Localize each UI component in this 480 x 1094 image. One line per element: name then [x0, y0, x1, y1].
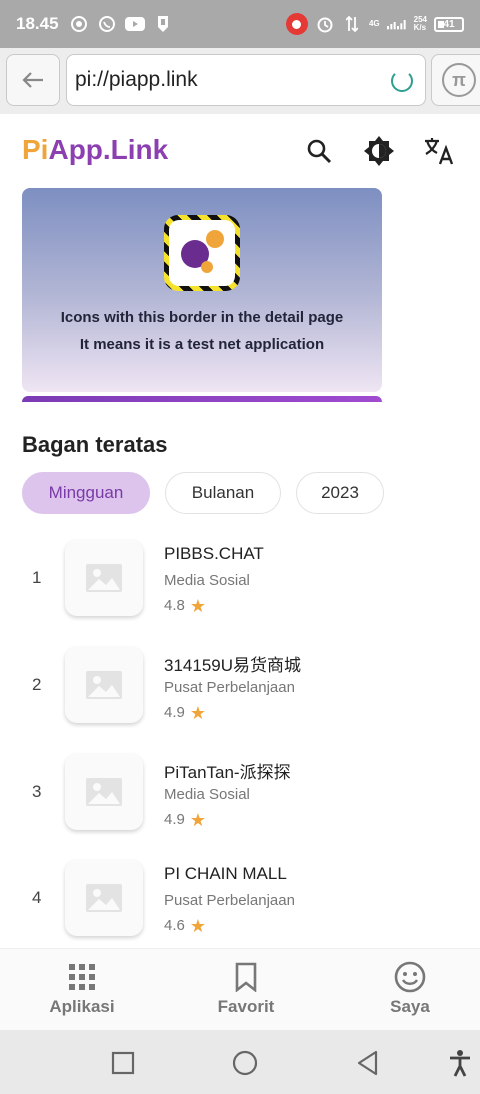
- nav-profile[interactable]: Saya: [350, 961, 470, 1017]
- star-icon: ★: [189, 809, 206, 830]
- nav-apps[interactable]: Aplikasi: [22, 961, 142, 1017]
- app-notification-icon: [153, 14, 173, 34]
- testnet-border-icon: [164, 215, 240, 291]
- list-item[interactable]: 1 PIBBS.CHAT Media Sosial 4.8 ★: [0, 530, 480, 630]
- app-name: 314159U易货商城: [164, 656, 302, 675]
- app-header: PiApp.Link: [0, 114, 480, 188]
- chip-2023[interactable]: 2023: [296, 472, 384, 514]
- arrow-left-icon: [22, 72, 43, 88]
- status-bar: 18.45 4G 254 K/s 41: [0, 0, 480, 48]
- list-item[interactable]: 2 314159U易货商城 Pusat Perbelanjaan 4.9 ★: [0, 637, 480, 737]
- app-rating: 4.9 ★: [164, 809, 206, 830]
- star-icon: ★: [189, 702, 206, 723]
- bottom-navigation: Aplikasi Favorit Saya: [0, 948, 480, 1030]
- list-item[interactable]: 3 PiTanTan-派探探 Media Sosial 4.9 ★: [0, 744, 480, 844]
- rank-number: 3: [32, 782, 42, 801]
- bookmark-icon: [230, 961, 262, 993]
- url-text: pi://piapp.link: [75, 68, 198, 91]
- net-speed: 254 K/s: [413, 15, 427, 32]
- system-navigation-bar: [0, 1030, 480, 1094]
- image-placeholder-icon: [65, 540, 143, 616]
- nav-profile-label: Saya: [390, 997, 430, 1016]
- data-transfer-icon: [342, 14, 362, 34]
- accessibility-icon[interactable]: [446, 1049, 474, 1077]
- nav-apps-label: Aplikasi: [49, 997, 115, 1016]
- youtube-icon: [124, 14, 145, 34]
- star-icon: ★: [189, 595, 206, 616]
- search-icon[interactable]: [302, 134, 336, 168]
- image-placeholder-icon: [65, 647, 143, 723]
- battery-indicator: 41: [434, 16, 464, 32]
- app-category: Media Sosial: [164, 786, 250, 803]
- app-rating: 4.9 ★: [164, 702, 206, 723]
- nav-favorites[interactable]: Favorit: [186, 961, 306, 1017]
- app-name: PI CHAIN MALL: [164, 864, 287, 883]
- section-title: Bagan teratas: [22, 432, 168, 457]
- image-placeholder-icon: [65, 754, 143, 830]
- grid-icon: [66, 961, 98, 993]
- rank-number: 4: [32, 888, 42, 907]
- pi-wallet-button[interactable]: π: [431, 54, 480, 106]
- loading-spinner-icon: [391, 70, 413, 92]
- back-triangle-icon[interactable]: [354, 1049, 382, 1077]
- browser-toolbar: pi://piapp.link π: [0, 48, 480, 114]
- app-rating: 4.6 ★: [164, 915, 206, 936]
- pi-coin-icon: π: [442, 63, 476, 97]
- app-name: PIBBS.CHAT: [164, 544, 264, 563]
- system-icons: 4G 254 K/s 41: [285, 13, 464, 35]
- url-input[interactable]: pi://piapp.link: [66, 54, 426, 106]
- recents-square-icon[interactable]: [109, 1049, 137, 1077]
- star-icon: ★: [189, 915, 206, 936]
- theme-brightness-icon[interactable]: [362, 134, 396, 168]
- banner-line-2: It means it is a test net application: [79, 336, 325, 353]
- alarm-icon: [315, 14, 335, 34]
- record-target-icon: [69, 14, 89, 34]
- chip-weekly[interactable]: Mingguan: [22, 472, 150, 514]
- app-logo[interactable]: PiApp.Link: [22, 134, 168, 166]
- translate-icon[interactable]: [422, 134, 456, 168]
- signal-icon: [386, 14, 407, 34]
- smiley-icon: [394, 961, 426, 993]
- app-category: Pusat Perbelanjaan: [164, 892, 295, 909]
- promo-banner[interactable]: Icons with this border in the detail pag…: [22, 188, 382, 392]
- list-item[interactable]: 4 PI CHAIN MALL Pusat Perbelanjaan 4.6 ★: [0, 850, 480, 950]
- notification-icons: [69, 14, 173, 34]
- whatsapp-icon: [97, 14, 117, 34]
- next-banner-peek: [22, 396, 382, 402]
- network-type: 4G: [368, 19, 380, 28]
- nav-favorites-label: Favorit: [217, 997, 275, 1016]
- period-filter: Mingguan Bulanan 2023: [22, 472, 384, 514]
- app-name: PiTanTan-派探探: [164, 763, 291, 782]
- banner-line-1: Icons with this border in the detail pag…: [60, 309, 344, 326]
- back-button[interactable]: [6, 54, 60, 106]
- chip-monthly[interactable]: Bulanan: [165, 472, 281, 514]
- home-circle-icon[interactable]: [231, 1049, 259, 1077]
- image-placeholder-icon: [65, 860, 143, 936]
- app-category: Media Sosial: [164, 572, 250, 589]
- rank-number: 1: [32, 568, 42, 587]
- app-rating: 4.8 ★: [164, 595, 206, 616]
- screen-record-icon: [285, 13, 308, 35]
- status-time: 18.45: [16, 14, 59, 33]
- app-category: Pusat Perbelanjaan: [164, 679, 295, 696]
- rank-number: 2: [32, 675, 42, 694]
